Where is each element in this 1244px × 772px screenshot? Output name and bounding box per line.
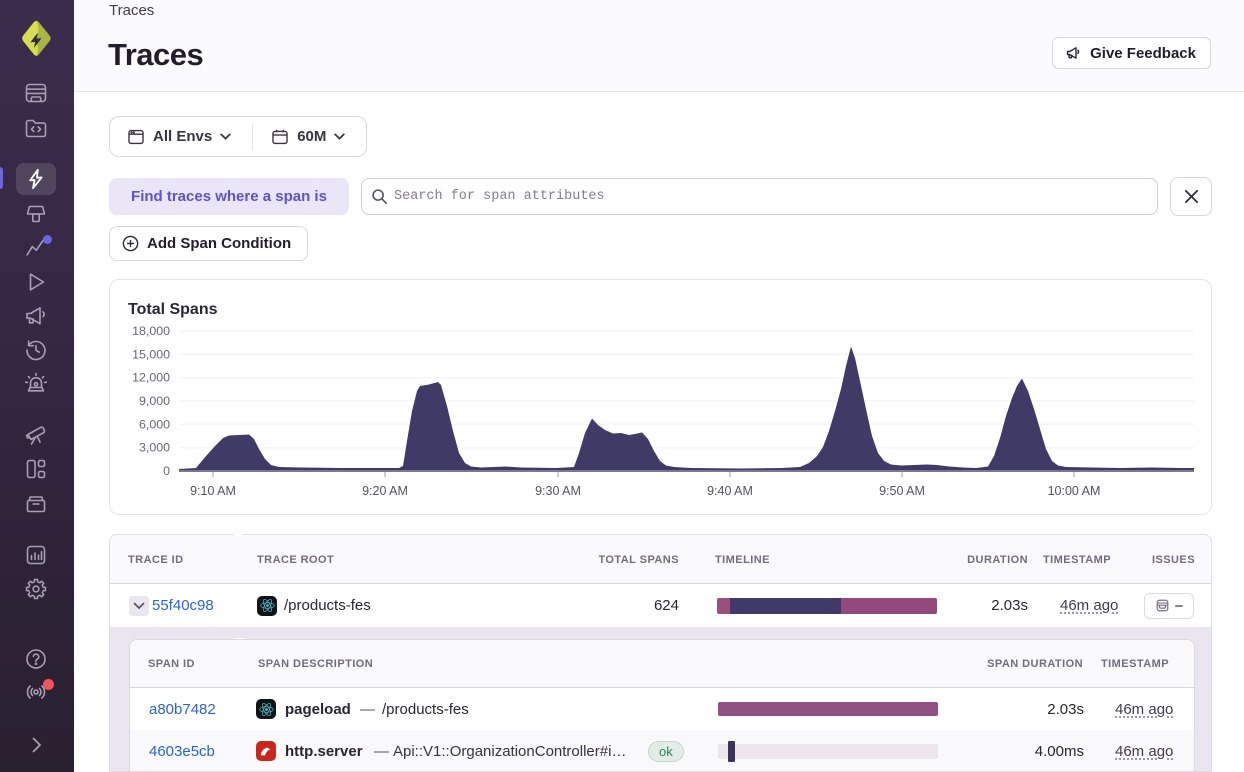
svg-text:9:20 AM: 9:20 AM (362, 484, 408, 498)
svg-text:9:40 AM: 9:40 AM (707, 484, 753, 498)
svg-text:9:10 AM: 9:10 AM (190, 484, 236, 498)
svg-text:12,000: 12,000 (132, 371, 170, 385)
svg-text:0: 0 (163, 464, 170, 478)
svg-text:15,000: 15,000 (132, 347, 170, 361)
svg-text:9:30 AM: 9:30 AM (535, 484, 581, 498)
svg-text:18,000: 18,000 (132, 324, 170, 338)
svg-text:10:00 AM: 10:00 AM (1048, 484, 1101, 498)
svg-text:9:50 AM: 9:50 AM (879, 484, 925, 498)
svg-text:3,000: 3,000 (139, 441, 170, 455)
svg-text:9,000: 9,000 (139, 394, 170, 408)
svg-text:6,000: 6,000 (139, 417, 170, 431)
